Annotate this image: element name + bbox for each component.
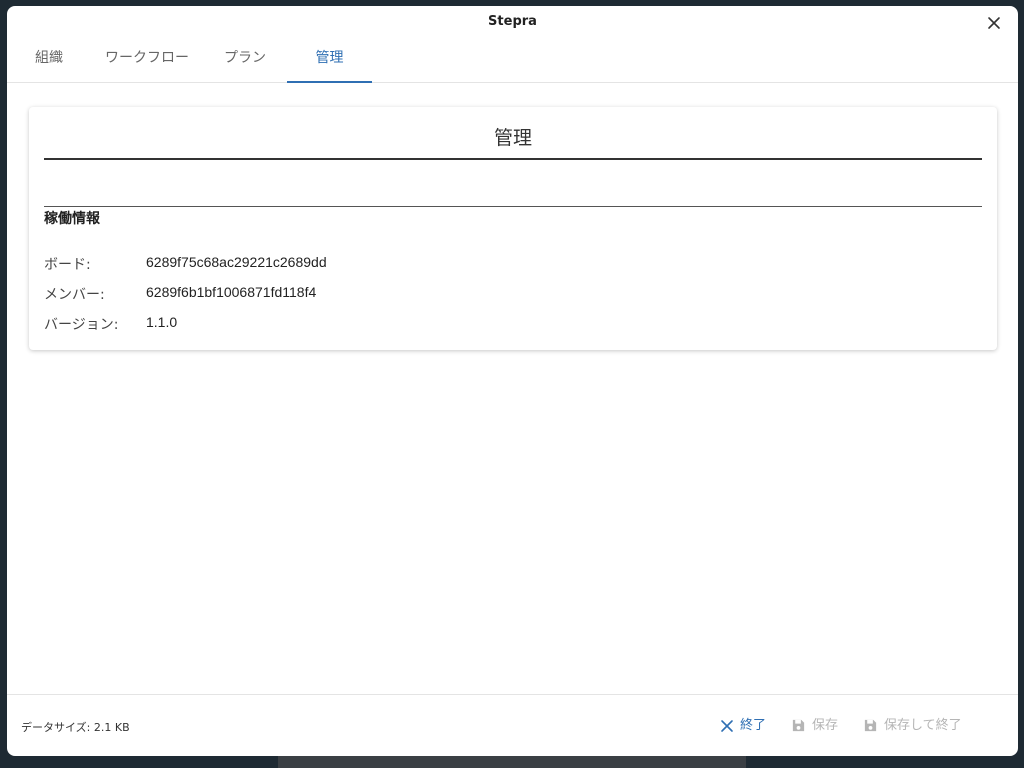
main-content: 管理 稼働情報 ボード: 6289f75c68ac29221c2689dd メン…	[7, 83, 1018, 695]
data-size-label: データサイズ: 2.1 KB	[21, 721, 130, 734]
info-label: メンバー:	[44, 287, 105, 303]
info-value: 6289f75c68ac29221c2689dd	[146, 254, 327, 270]
settings-dialog: Stepra 組織 ワークフロー プラン 管理 管理 稼働情報 ボード: 628…	[7, 6, 1018, 756]
dialog-title: Stepra	[488, 14, 537, 29]
tab-organization[interactable]: 組織	[21, 40, 77, 81]
close-icon	[988, 17, 1000, 29]
save-button[interactable]: 保存	[791, 715, 838, 737]
tab-bar: 組織 ワークフロー プラン 管理	[7, 40, 1018, 83]
dialog-titlebar: Stepra	[7, 6, 1018, 40]
info-label: バージョン:	[44, 317, 119, 333]
info-value: 1.1.0	[146, 314, 178, 330]
admin-card: 管理 稼働情報 ボード: 6289f75c68ac29221c2689dd メン…	[29, 107, 997, 350]
info-label: ボード:	[44, 257, 91, 273]
exit-button-label: 終了	[740, 718, 767, 733]
floppy-disk-icon	[864, 719, 877, 732]
tab-plan[interactable]: プラン	[207, 40, 283, 81]
section-divider	[44, 206, 982, 207]
close-icon	[721, 719, 733, 732]
exit-button[interactable]: 終了	[720, 715, 766, 737]
background-taskbar	[278, 756, 746, 768]
card-title: 管理	[44, 123, 982, 160]
floppy-disk-icon	[792, 719, 805, 732]
tab-admin[interactable]: 管理	[287, 40, 372, 83]
save-button-label: 保存	[812, 718, 839, 733]
close-button[interactable]	[984, 13, 1004, 33]
save-and-exit-button[interactable]: 保存して終了	[863, 715, 962, 737]
dialog-footer: データサイズ: 2.1 KB 終了 保存 保存して終了	[7, 694, 1018, 756]
tab-workflow[interactable]: ワークフロー	[97, 40, 197, 81]
info-value: 6289f6b1bf1006871fd118f4	[146, 284, 317, 300]
save-and-exit-button-label: 保存して終了	[884, 718, 962, 733]
section-heading: 稼働情報	[44, 211, 100, 227]
